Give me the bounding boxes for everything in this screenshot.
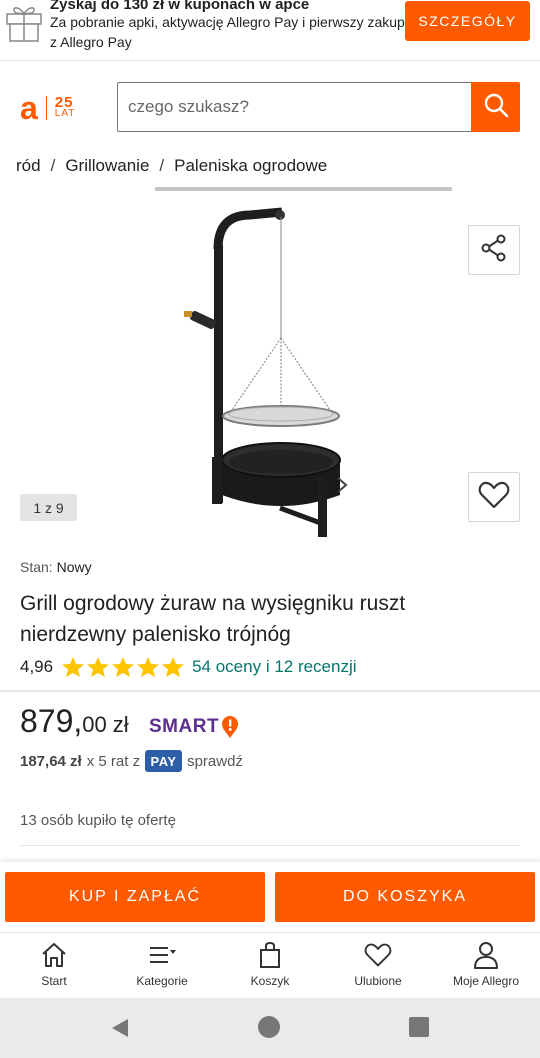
promo-banner: Zyskaj do 130 zł w kuponach w apce Za po… <box>0 0 540 58</box>
nav-label: Koszyk <box>250 974 290 988</box>
add-to-favorites-button[interactable] <box>468 472 520 522</box>
breadcrumb-item[interactable]: ród <box>16 156 41 176</box>
product-condition: Stan: Nowy <box>20 559 92 575</box>
promo-text: Za pobranie apki, aktywację Allegro Pay … <box>50 14 405 50</box>
condition-label: Stan: <box>20 559 53 575</box>
product-image[interactable] <box>160 205 380 545</box>
recent-apps-icon[interactable] <box>409 1017 429 1037</box>
price-currency: zł <box>112 712 129 737</box>
breadcrumb-separator: / <box>50 156 56 175</box>
nav-item-cart[interactable]: Koszyk <box>216 933 324 999</box>
search-input[interactable] <box>117 82 471 132</box>
installment-info: 187,64 zł x 5 rat z PAY sprawdź <box>20 750 243 772</box>
share-button[interactable] <box>468 225 520 275</box>
installment-text: x 5 rat z <box>86 752 141 770</box>
smart-badge[interactable]: SMART <box>149 715 239 739</box>
reviews-link[interactable]: 54 oceny i 12 recenzji <box>192 657 356 677</box>
back-icon[interactable] <box>110 1017 130 1044</box>
search-icon <box>483 92 509 123</box>
logo-anniversary-word: LAT <box>54 108 76 119</box>
nav-label: Kategorie <box>136 974 188 988</box>
nav-label: Start <box>41 974 67 988</box>
bag-icon <box>255 941 285 969</box>
nav-item-my-allegro[interactable]: Moje Allegro <box>432 933 540 999</box>
allegro-logo[interactable]: a 25 LAT <box>20 90 100 126</box>
nav-item-start[interactable]: Start <box>0 933 108 999</box>
star-icon <box>137 657 160 677</box>
breadcrumb: ród / Grillowanie / Paleniska ogrodowe <box>16 156 327 176</box>
smart-label: SMART <box>149 716 220 737</box>
breadcrumb-item[interactable]: Paleniska ogrodowe <box>174 156 327 176</box>
logo-letter: a <box>20 90 38 126</box>
section-divider <box>0 690 540 692</box>
home-icon <box>39 941 69 969</box>
heart-icon <box>363 941 393 969</box>
product-price: 879, 00 zł <box>20 703 129 740</box>
section-divider <box>20 845 520 846</box>
smart-alert-icon <box>221 715 239 739</box>
rating-stars <box>61 656 186 678</box>
action-bar: KUP I ZAPŁAĆ DO KOSZYKA <box>0 862 540 932</box>
home-button-icon[interactable] <box>258 1016 280 1038</box>
nav-item-favorites[interactable]: Ulubione <box>324 933 432 999</box>
system-navigation-bar <box>0 998 540 1058</box>
share-icon <box>479 233 509 268</box>
allegro-pay-badge: PAY <box>145 750 183 772</box>
installment-check-link[interactable]: sprawdź <box>187 753 243 770</box>
promo-divider <box>0 60 540 61</box>
menu-icon <box>147 941 177 969</box>
bottom-navigation: Start Kategorie Koszyk Ulubione Moje All… <box>0 932 540 998</box>
gallery-counter: 1 z 9 <box>20 494 77 521</box>
star-icon <box>112 657 135 677</box>
bought-count: 13 osób kupiło tę ofertę <box>20 812 176 829</box>
condition-value: Nowy <box>56 559 92 575</box>
breadcrumb-separator: / <box>159 156 165 175</box>
user-icon <box>471 941 501 969</box>
installment-amount: 187,64 zł <box>20 752 82 770</box>
promo-details-button[interactable]: SZCZEGÓŁY <box>405 1 530 41</box>
rating-value: 4,96 <box>20 657 54 676</box>
breadcrumb-scroll-indicator <box>155 187 452 191</box>
nav-item-categories[interactable]: Kategorie <box>108 933 216 999</box>
star-icon <box>162 657 185 677</box>
add-to-cart-button[interactable]: DO KOSZYKA <box>275 872 535 922</box>
nav-label: Moje Allegro <box>452 974 520 988</box>
logo-anniversary: 25 LAT <box>54 94 76 119</box>
product-title: Grill ogrodowy żuraw na wysięgniku ruszt… <box>20 592 406 646</box>
logo-divider <box>45 96 47 120</box>
star-icon <box>87 657 110 677</box>
product-rating[interactable]: 4,96 54 oceny i 12 recenzji <box>20 656 357 678</box>
price-integer: 879, <box>20 703 83 739</box>
star-icon <box>62 657 85 677</box>
logo-anniversary-number: 25 <box>54 94 74 111</box>
search-button[interactable] <box>471 82 520 132</box>
gift-icon <box>4 0 44 44</box>
heart-icon <box>478 480 510 515</box>
buy-now-button[interactable]: KUP I ZAPŁAĆ <box>5 872 265 922</box>
breadcrumb-item[interactable]: Grillowanie <box>65 156 149 176</box>
nav-label: Ulubione <box>354 974 402 988</box>
price-decimal: 00 <box>82 712 107 737</box>
